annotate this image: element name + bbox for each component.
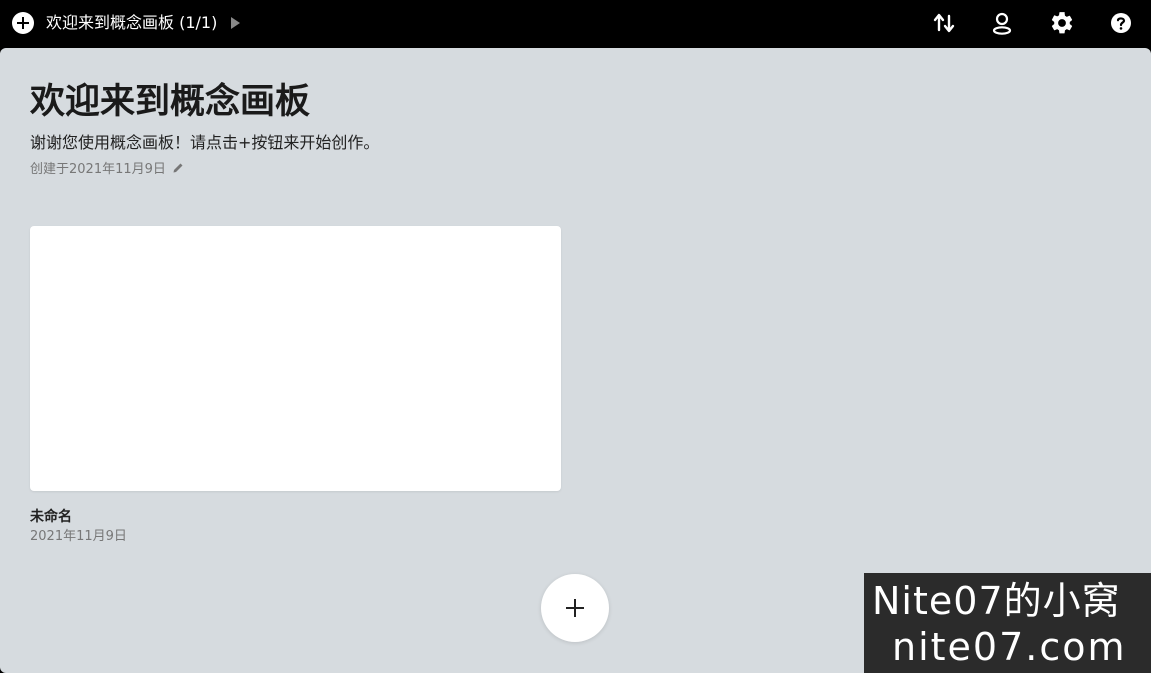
card-thumbnail[interactable] [30, 226, 561, 491]
top-bar: 欢迎来到概念画板 (1/1) [0, 0, 1151, 48]
add-circle-icon[interactable] [12, 12, 34, 34]
created-label: 创建于2021年11月9日 [30, 162, 166, 177]
page-title[interactable]: 欢迎来到概念画板 [30, 80, 310, 124]
card-name[interactable]: 未命名 [30, 507, 72, 527]
board-description[interactable]: 谢谢您使用概念画板！请点击+按钮来开始创作。 [30, 132, 379, 154]
sort-arrows-icon[interactable] [931, 10, 957, 36]
account-icon[interactable] [989, 10, 1015, 36]
pencil-icon[interactable] [172, 162, 184, 174]
board-switcher-title[interactable]: 欢迎来到概念画板 (1/1) [46, 12, 217, 34]
watermark: Nite07的小窝 nite07.com [864, 573, 1151, 673]
add-card-button[interactable] [541, 574, 609, 642]
caret-right-icon[interactable] [231, 17, 240, 29]
watermark-title: Nite07的小窝 [872, 579, 1121, 623]
watermark-url: nite07.com [892, 625, 1127, 669]
help-icon[interactable] [1108, 10, 1134, 36]
gear-icon[interactable] [1049, 10, 1075, 36]
card-date: 2021年11月9日 [30, 529, 127, 544]
board-created-date: 创建于2021年11月9日 [30, 161, 184, 179]
